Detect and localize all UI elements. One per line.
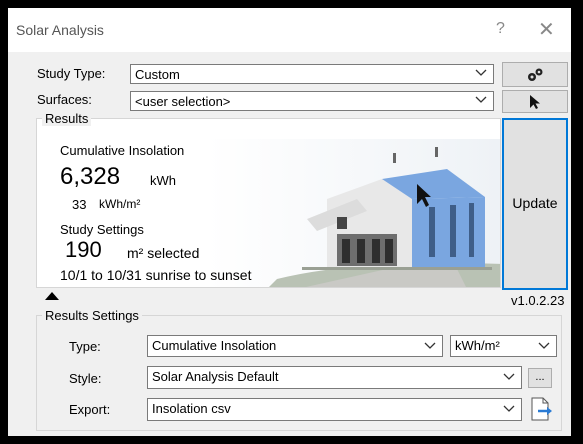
close-button[interactable]: ✕ [538, 17, 555, 42]
style-more-label: ... [535, 371, 545, 383]
results-settings-label: Results Settings [42, 308, 142, 323]
study-type-label: Study Type: [37, 66, 106, 81]
export-label: Export: [69, 402, 111, 417]
chevron-down-icon [475, 96, 487, 103]
help-button[interactable]: ? [496, 20, 505, 38]
date-range-text: 10/1 to 10/31 sunrise to sunset [60, 267, 252, 283]
total-insolation-unit: kWh [150, 173, 176, 188]
select-surfaces-button[interactable] [502, 90, 568, 113]
selected-area-unit: m² selected [127, 245, 200, 261]
per-area-insolation-unit: kWh/m² [99, 197, 141, 211]
update-button[interactable]: Update [502, 118, 568, 290]
style-select[interactable]: Solar Analysis Default [147, 366, 522, 389]
cumulative-insolation-heading: Cumulative Insolation [60, 143, 185, 158]
dialog-title: Solar Analysis [16, 22, 104, 38]
chevron-down-icon [475, 69, 487, 76]
chevron-down-icon [503, 373, 515, 380]
collapse-triangle-icon[interactable] [45, 292, 59, 300]
surfaces-value: <user selection> [135, 94, 231, 109]
results-group-label: Results [42, 111, 92, 126]
export-value: Insolation csv [152, 401, 231, 416]
study-type-value: Custom [135, 67, 180, 82]
chevron-down-icon [424, 342, 436, 349]
result-unit-value: kWh/m² [455, 338, 500, 353]
study-settings-heading: Study Settings [60, 222, 144, 237]
result-type-label: Type: [69, 339, 101, 354]
cursor-arrow-icon [530, 94, 540, 109]
chevron-down-icon [538, 342, 550, 349]
per-area-insolation-value: 33 [72, 197, 87, 212]
surfaces-label: Surfaces: [37, 92, 92, 107]
total-insolation-value: 6,328 [60, 163, 121, 190]
version-label: v1.0.2.23 [511, 293, 565, 308]
result-unit-select[interactable]: kWh/m² [450, 335, 557, 357]
export-select[interactable]: Insolation csv [147, 398, 522, 421]
title-bar: Solar Analysis ? ✕ [8, 8, 571, 52]
style-value: Solar Analysis Default [152, 369, 279, 384]
gears-icon [528, 68, 543, 81]
study-settings-button[interactable] [502, 62, 568, 87]
update-button-label: Update [512, 195, 558, 211]
house-rendering-image [207, 139, 500, 287]
export-file-icon[interactable] [528, 396, 554, 422]
results-panel: Cumulative Insolation 6,328 kWh 33 kWh/m… [36, 118, 501, 288]
style-more-button[interactable]: ... [528, 368, 552, 388]
style-label: Style: [69, 371, 102, 386]
study-type-select[interactable]: Custom [130, 64, 494, 84]
selected-area-value: 190 [65, 237, 102, 262]
surfaces-select[interactable]: <user selection> [130, 91, 494, 111]
chevron-down-icon [503, 405, 515, 412]
solar-analysis-dialog: Solar Analysis ? ✕ Study Type: Custom Su… [8, 8, 571, 436]
result-type-value: Cumulative Insolation [152, 338, 277, 353]
result-type-select[interactable]: Cumulative Insolation [147, 335, 443, 357]
